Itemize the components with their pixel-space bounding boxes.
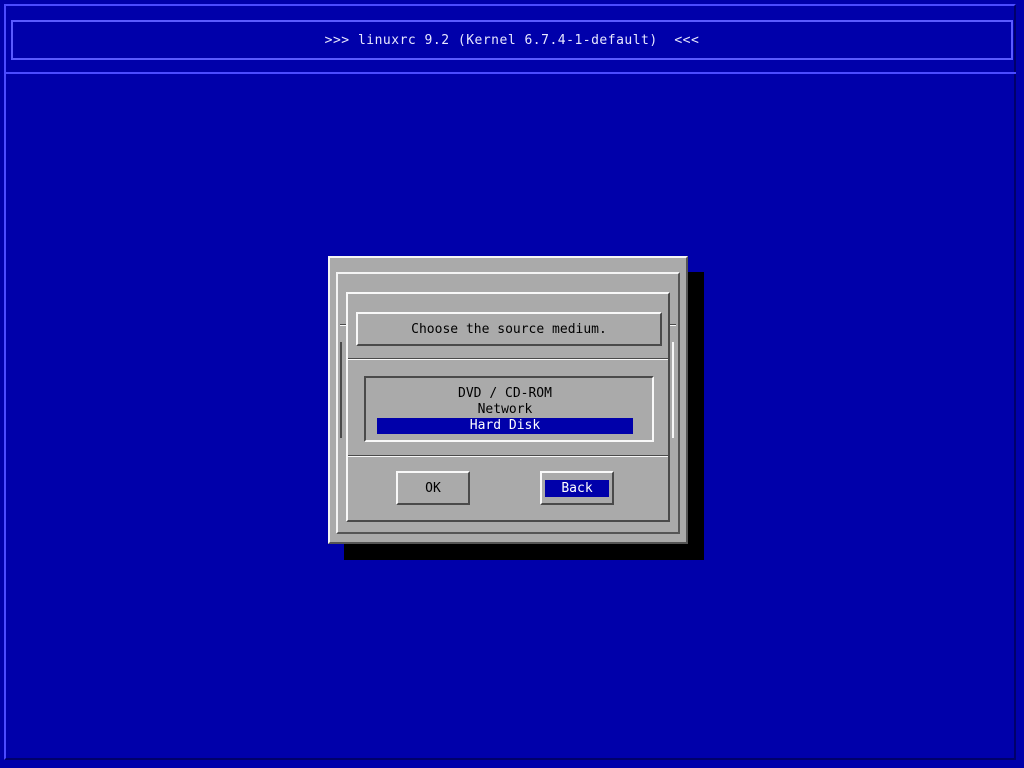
prompt-text: Choose the source medium. xyxy=(411,321,607,337)
top-separator xyxy=(348,358,668,360)
back-button[interactable]: Back xyxy=(540,471,614,505)
back-button-label: Back xyxy=(545,479,609,497)
middle-dialog-list-edge-left xyxy=(340,342,344,438)
bottom-separator xyxy=(348,455,668,457)
list-item-hard-disk[interactable]: Hard Disk xyxy=(377,418,633,434)
middle-dialog-list-edge-right xyxy=(670,342,674,438)
source-medium-list[interactable]: DVD / CD-ROM Network Hard Disk xyxy=(364,376,654,442)
header-title-box: >>> linuxrc 9.2 (Kernel 6.7.4-1-default)… xyxy=(11,20,1013,60)
ok-button-label: OK xyxy=(425,480,441,496)
list-item-network[interactable]: Network xyxy=(377,402,633,418)
source-medium-dialog: Choose the source medium. DVD / CD-ROM N… xyxy=(346,292,670,522)
ok-button[interactable]: OK xyxy=(396,471,470,505)
list-item-dvd-cdrom[interactable]: DVD / CD-ROM xyxy=(377,386,633,402)
prompt-box: Choose the source medium. xyxy=(356,312,662,346)
header-title: >>> linuxrc 9.2 (Kernel 6.7.4-1-default)… xyxy=(324,32,700,48)
